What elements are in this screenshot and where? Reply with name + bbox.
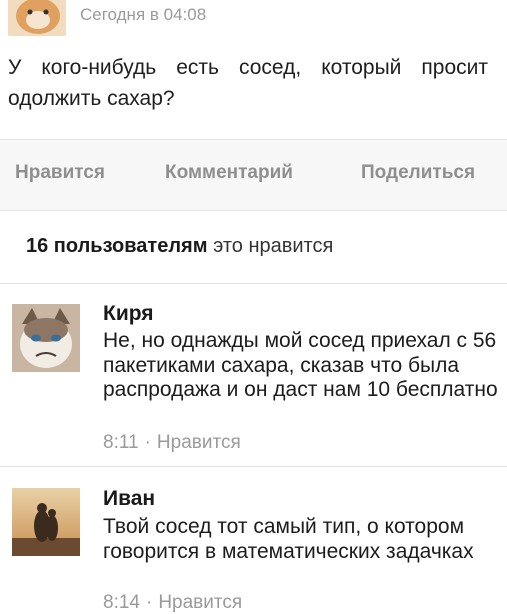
divider [0, 283, 507, 284]
cat-avatar-image [8, 0, 66, 36]
comment-text: Твой сосед тот самый тип, о котором гово… [103, 515, 474, 563]
comment-like-button[interactable]: Нравится [157, 432, 241, 453]
likes-count[interactable]: 16 пользователям [26, 235, 208, 257]
sunset-couple-avatar-image [12, 488, 80, 556]
post-header: Сегодня в 04:08 [0, 0, 507, 38]
comment-button[interactable]: Комментарий [165, 162, 293, 184]
post-actions-bar: Нравится Комментарий Поделиться [0, 139, 507, 211]
likes-summary[interactable]: 16 пользователям это нравится [26, 235, 333, 258]
post-text: У кого-нибудь есть сосед, который просит… [8, 56, 488, 110]
divider [0, 466, 507, 467]
likes-suffix: это нравится [213, 235, 334, 257]
comment-like-button[interactable]: Нравится [158, 592, 242, 613]
meta-separator: · [145, 592, 153, 613]
like-button[interactable]: Нравится [15, 162, 105, 184]
meta-separator: · [144, 432, 151, 453]
post-author-avatar[interactable] [8, 0, 66, 36]
grumpy-cat-avatar-image [12, 304, 80, 372]
comment-text: Не, но однажды мой сосед приехал с 56 па… [103, 329, 498, 401]
post-timestamp[interactable]: Сегодня в 04:08 [80, 5, 206, 25]
commenter-name[interactable]: Иван [103, 487, 155, 511]
comment-time[interactable]: 8:11 [103, 432, 139, 453]
share-button[interactable]: Поделиться [361, 162, 475, 184]
commenter-avatar[interactable] [12, 488, 80, 556]
comment-time[interactable]: 8:14 [103, 592, 140, 613]
commenter-avatar[interactable] [12, 304, 80, 372]
comment-meta: 8:11 · Нравится [103, 432, 241, 454]
commenter-name[interactable]: Киря [103, 302, 154, 326]
